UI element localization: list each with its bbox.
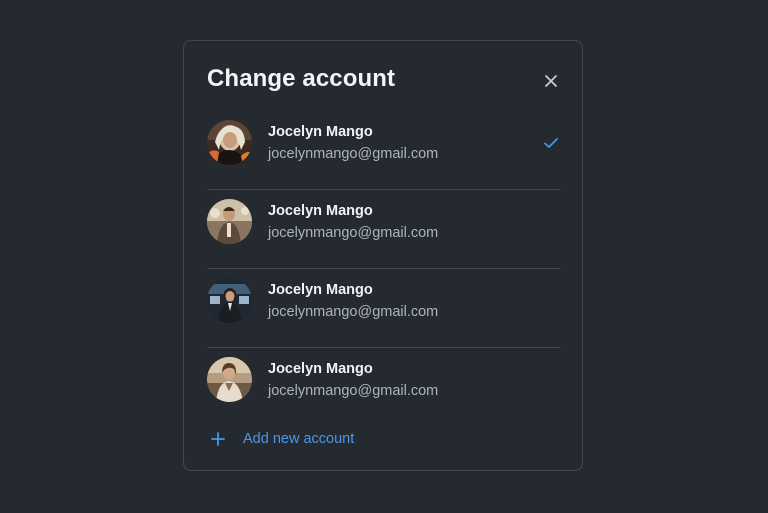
dialog-title: Change account <box>207 65 396 92</box>
add-new-account-label: Add new account <box>243 431 355 447</box>
account-name: Jocelyn Mango <box>268 203 373 219</box>
account-name: Jocelyn Mango <box>268 361 373 377</box>
account-name: Jocelyn Mango <box>268 124 373 140</box>
plus-icon <box>211 432 225 446</box>
avatar <box>207 357 252 402</box>
account-list: Jocelyn Mango jocelynmango@gmail.com Joc… <box>207 111 561 427</box>
account-row[interactable]: Jocelyn Mango jocelynmango@gmail.com <box>207 111 561 190</box>
account-row[interactable]: Jocelyn Mango jocelynmango@gmail.com <box>207 269 561 348</box>
account-email: jocelynmango@gmail.com <box>268 146 439 162</box>
account-name: Jocelyn Mango <box>268 282 373 298</box>
change-account-dialog: Change account Jocelyn Mango jocelynmang… <box>183 40 583 471</box>
account-email: jocelynmango@gmail.com <box>268 304 439 320</box>
avatar <box>207 199 252 244</box>
checkmark-icon <box>544 138 558 148</box>
account-email: jocelynmango@gmail.com <box>268 383 439 399</box>
account-row[interactable]: Jocelyn Mango jocelynmango@gmail.com <box>207 190 561 269</box>
close-button[interactable] <box>540 70 562 92</box>
close-icon <box>545 75 557 87</box>
account-email: jocelynmango@gmail.com <box>268 225 439 241</box>
avatar <box>207 278 252 323</box>
avatar <box>207 120 252 165</box>
add-new-account-button[interactable]: Add new account <box>207 427 354 451</box>
account-row[interactable]: Jocelyn Mango jocelynmango@gmail.com <box>207 348 561 427</box>
